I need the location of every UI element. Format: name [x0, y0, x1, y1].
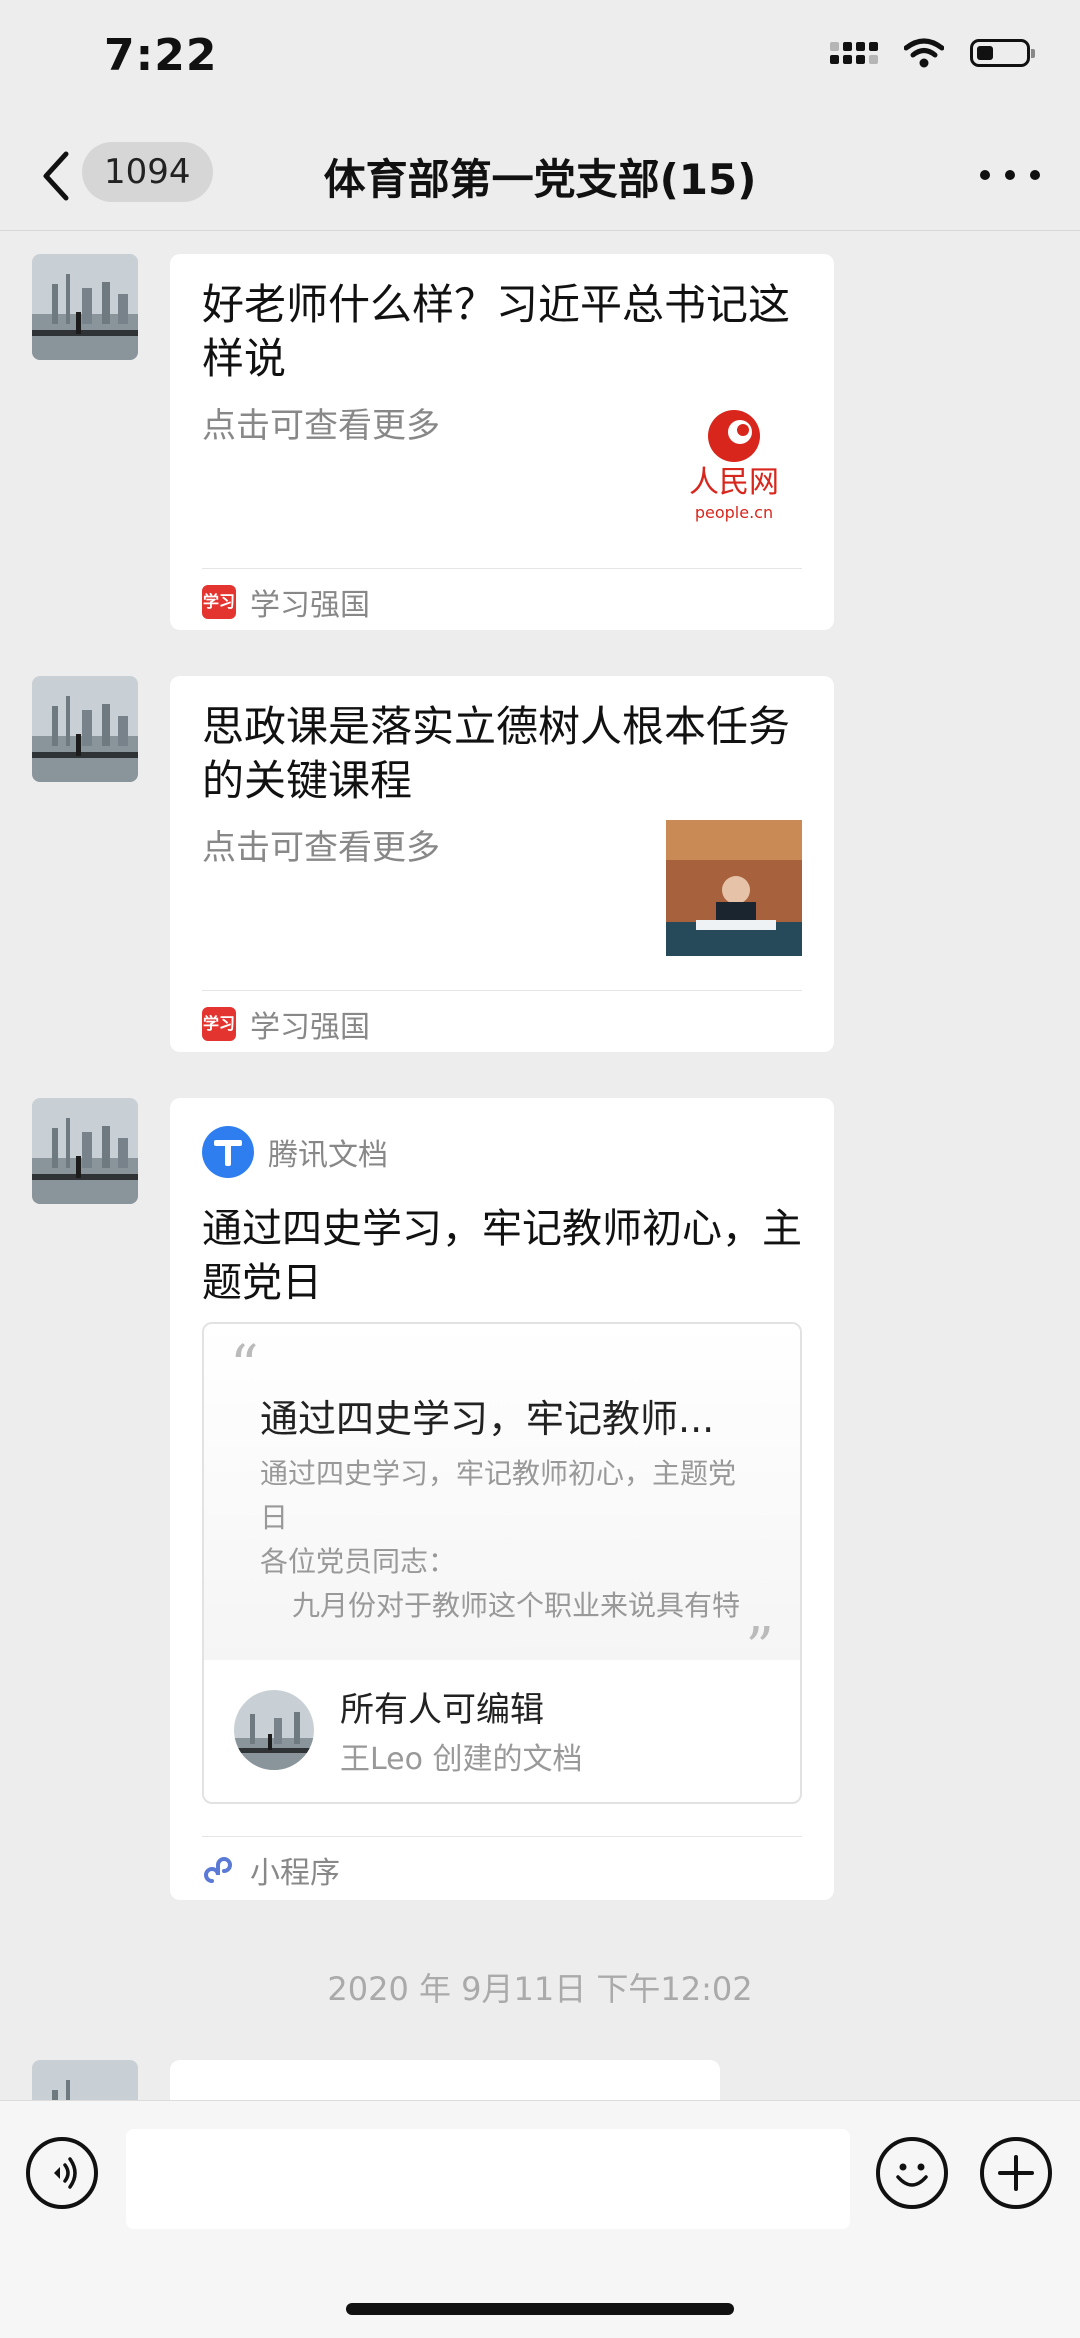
- sender-avatar[interactable]: [32, 1098, 138, 1204]
- clock: 7:22: [104, 30, 218, 81]
- more-actions-button[interactable]: [980, 2137, 1052, 2209]
- emoji-button[interactable]: [876, 2137, 948, 2209]
- cellular-signal-icon: [830, 42, 878, 64]
- app-header: 腾讯文档: [202, 1126, 388, 1178]
- status-bar: 7:22: [0, 0, 1080, 120]
- source-name: 学习强国: [250, 588, 370, 623]
- xuexi-logo-icon: 学习: [202, 585, 236, 619]
- smiley-icon: [896, 2163, 928, 2187]
- creator-avatar: [234, 1690, 314, 1770]
- card-divider: [202, 1836, 802, 1837]
- more-options-icon[interactable]: [980, 160, 1040, 190]
- open-quote-icon: “: [230, 1334, 259, 1399]
- mini-program-card[interactable]: 腾讯文档 通过四史学习，牢记教师初心，主题党日 “ 通过四史学习，牢记教师...…: [170, 1098, 834, 1900]
- wifi-icon: [904, 38, 944, 68]
- article-title: 好老师什么样？习近平总书记这样说: [202, 280, 791, 383]
- status-icons: [830, 38, 1035, 68]
- app-name: 腾讯文档: [268, 1138, 388, 1173]
- source-name: 学习强国: [250, 1010, 370, 1045]
- card-divider: [202, 568, 802, 569]
- tencent-docs-icon: [202, 1126, 254, 1178]
- doc-quote: “ 通过四史学习，牢记教师... 通过四史学习，牢记教师初心，主题党日 各位党员…: [204, 1324, 800, 1681]
- card-divider: [202, 990, 802, 991]
- article-card[interactable]: 思政课是落实立德树人根本任务的关键课程 点击可查看更多 学习 学习强国: [170, 676, 834, 1052]
- article-thumbnail: [666, 820, 802, 956]
- people-cn-logo: 人民网 people.cn: [666, 400, 802, 536]
- voice-icon: [54, 2157, 77, 2189]
- people-cn-domain: people.cn: [695, 503, 773, 522]
- chat-header: 1094 体育部第一党支部(15): [0, 120, 1080, 231]
- article-title: 思政课是落实立德树人根本任务的关键课程: [202, 702, 791, 805]
- close-quote-icon: ”: [745, 1616, 774, 1681]
- mini-program-icon: [204, 1857, 232, 1883]
- doc-preview[interactable]: “ 通过四史学习，牢记教师... 通过四史学习，牢记教师初心，主题党日 各位党员…: [202, 1322, 802, 1804]
- doc-preview-title: 通过四史学习，牢记教师...: [260, 1397, 715, 1441]
- message-input[interactable]: [126, 2129, 850, 2229]
- xuexi-logo-icon: 学习: [202, 1007, 236, 1041]
- doc-preview-line: 各位党员同志：: [260, 1545, 457, 1578]
- chat-input-bar: [0, 2100, 1080, 2338]
- chat-title: 体育部第一党支部(15): [323, 155, 757, 204]
- doc-creator: 王Leo 创建的文档: [340, 1742, 583, 1777]
- doc-permission: 所有人可编辑: [340, 1690, 544, 1730]
- article-description: 点击可查看更多: [202, 828, 440, 868]
- doc-preview-body: 通过四史学习，牢记教师初心，主题党日 各位党员同志： 九月份对于教师这个职业来说…: [260, 1452, 760, 1628]
- article-card[interactable]: 好老师什么样？习近平总书记这样说 点击可查看更多 人民网 people.cn 学…: [170, 254, 834, 630]
- voice-input-button[interactable]: [26, 2137, 98, 2209]
- doc-preview-line: 九月份对于教师这个职业来说具有特: [292, 1589, 741, 1622]
- article-source: 学习 学习强国: [202, 1002, 370, 1046]
- source-name: 小程序: [250, 1856, 340, 1891]
- plus-icon: [998, 2155, 1034, 2191]
- people-cn-wordmark: 人民网: [689, 465, 779, 500]
- home-indicator: [346, 2303, 734, 2315]
- doc-preview-line: 通过四史学习，牢记教师初心，主题党日: [260, 1457, 737, 1534]
- article-source: 学习 学习强国: [202, 580, 370, 624]
- article-description: 点击可查看更多: [202, 406, 440, 446]
- doc-title: 通过四史学习，牢记教师初心，主题党日: [202, 1206, 802, 1306]
- mini-program-source: 小程序: [202, 1848, 340, 1892]
- sender-avatar[interactable]: [32, 254, 138, 360]
- message-timestamp: 2020 年 9月11日 下午12:02: [327, 1970, 753, 2008]
- battery-icon: [970, 39, 1035, 67]
- sender-avatar[interactable]: [32, 676, 138, 782]
